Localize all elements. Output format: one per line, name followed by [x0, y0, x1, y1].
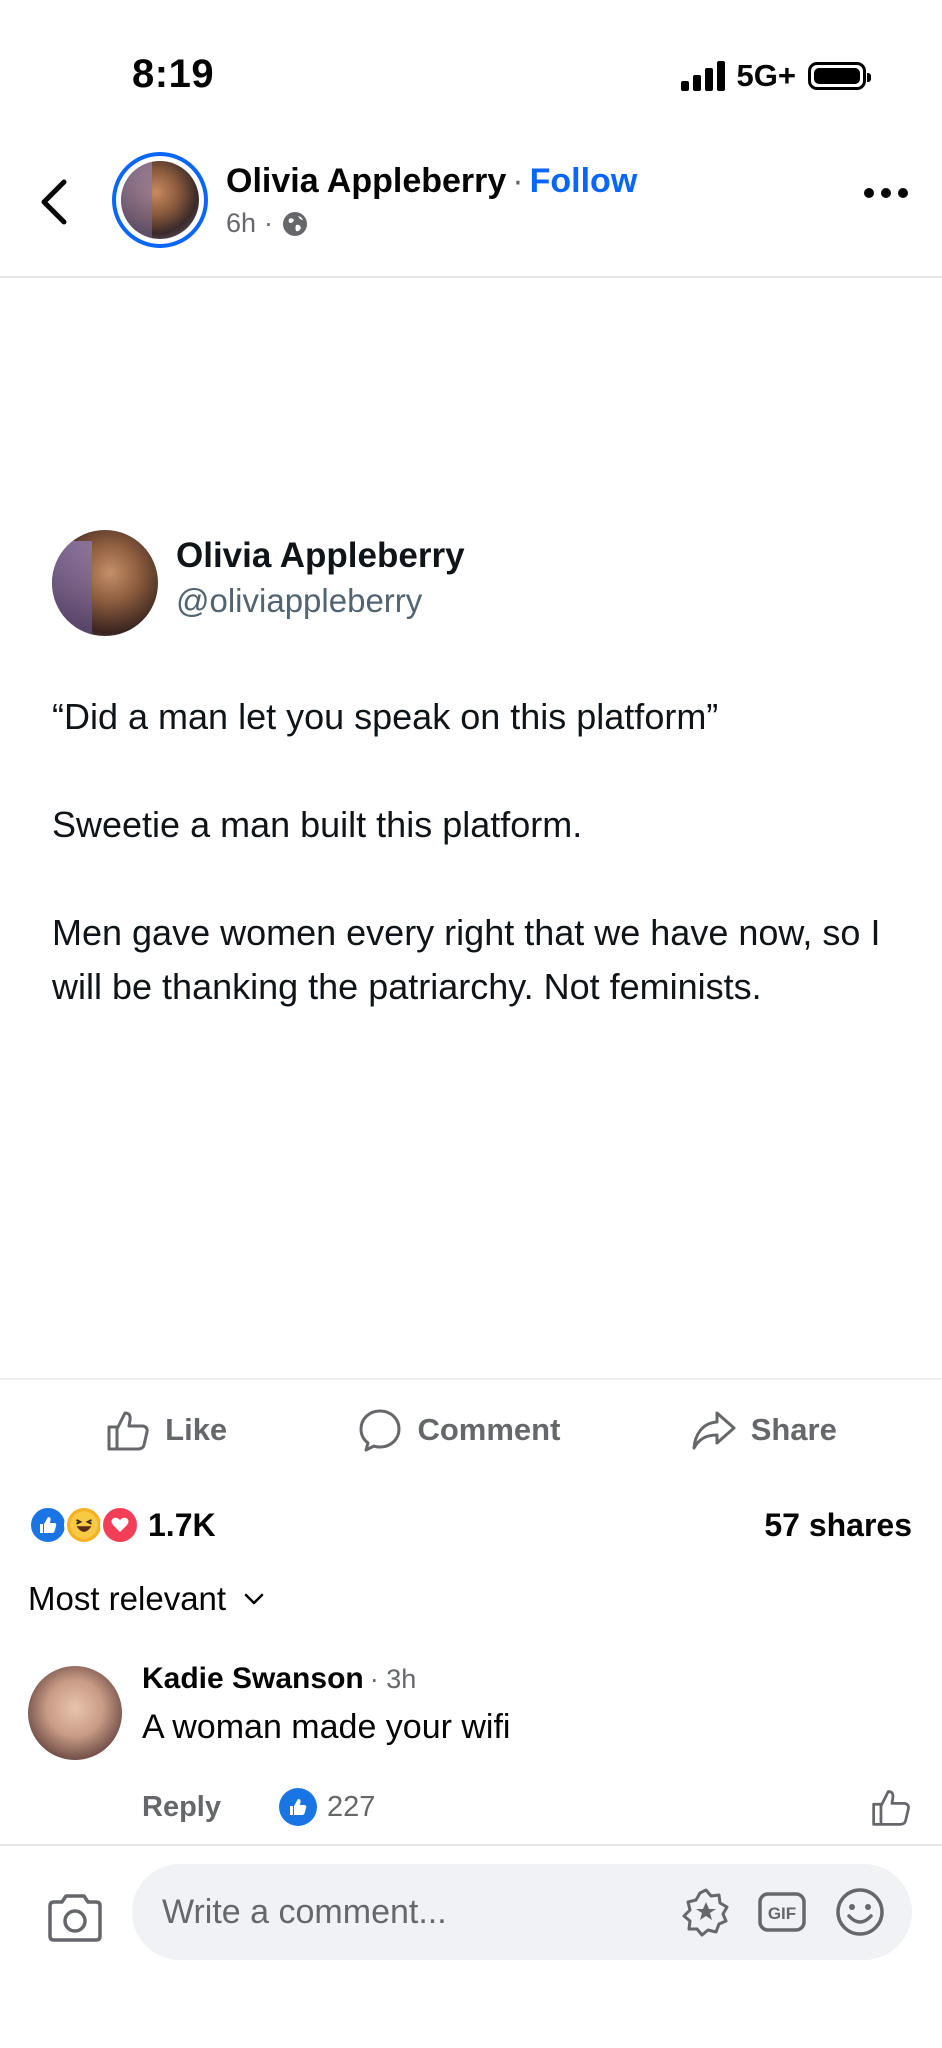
network-label: 5G+	[736, 58, 796, 93]
meta-separator: ·	[264, 208, 274, 238]
status-time: 8:19	[132, 52, 215, 96]
comment-sort-dropdown[interactable]: Most relevant	[28, 1580, 268, 1618]
thumbs-up-icon[interactable]	[870, 1786, 912, 1828]
status-bar: 8:19 5G+	[0, 0, 942, 150]
post-action-bar: Like Comment Share	[0, 1390, 942, 1470]
camera-icon[interactable]	[44, 1888, 106, 1950]
like-reaction-icon	[278, 1788, 317, 1826]
avatar-sticker-icon[interactable]	[680, 1886, 732, 1938]
tweet-avatar	[52, 530, 158, 636]
author-avatar[interactable]	[112, 152, 208, 248]
name-separator: ·	[512, 162, 524, 200]
post-time: 6h	[226, 208, 257, 238]
comment-input[interactable]	[162, 1864, 632, 1960]
comment-like-number: 227	[326, 1790, 376, 1823]
comment-label: Comment	[417, 1412, 561, 1447]
like-button[interactable]: Like	[105, 1407, 227, 1453]
comment-item: Kadie Swanson · 3h A woman made your wifi	[28, 1662, 914, 1782]
comment-composer: GIF	[0, 1844, 942, 2004]
post-meta: 6h ·	[226, 208, 309, 239]
status-indicators: 5G+	[680, 58, 871, 94]
post-image[interactable]: Olivia Appleberry @oliviappleberry “Did …	[0, 280, 942, 1380]
like-label: Like	[165, 1412, 228, 1447]
tweet-handle: @oliviappleberry	[176, 582, 423, 619]
author-name[interactable]: Olivia Appleberry	[226, 162, 506, 200]
tweet-paragraph: Sweetie a man built this platform.	[52, 804, 583, 845]
chevron-down-icon	[244, 1593, 264, 1605]
love-reaction-icon	[100, 1505, 140, 1545]
battery-icon	[808, 62, 871, 90]
share-arrow-icon	[692, 1411, 736, 1450]
thumbs-up-icon	[107, 1411, 149, 1451]
tweet-paragraph: Men gave women every right that we have …	[52, 912, 881, 1007]
shares-count[interactable]: 57 shares	[764, 1507, 912, 1544]
comment-author[interactable]: Kadie Swanson	[142, 1662, 364, 1695]
reply-button[interactable]: Reply	[142, 1791, 221, 1824]
tweet-paragraph: “Did a man let you speak on this platfor…	[52, 696, 719, 737]
comment-like-count[interactable]: 227	[278, 1788, 376, 1826]
haha-reaction-icon	[64, 1505, 104, 1545]
comment-box: GIF	[132, 1864, 912, 1960]
comment-text: A woman made your wifi	[142, 1708, 511, 1746]
back-arrow-icon[interactable]	[34, 174, 74, 230]
comment-button[interactable]: Comment	[357, 1407, 560, 1453]
tweet-text: “Did a man let you speak on this platfor…	[52, 690, 902, 1068]
comment-author-row: Kadie Swanson · 3h	[142, 1662, 416, 1696]
sort-label: Most relevant	[28, 1580, 227, 1617]
reaction-count: 1.7K	[148, 1506, 216, 1543]
share-button[interactable]: Share	[691, 1407, 837, 1453]
more-options-icon[interactable]	[864, 188, 908, 198]
tweet-author-name: Olivia Appleberry	[176, 536, 465, 575]
comment-actions: Reply 227	[142, 1782, 912, 1832]
comment-time: · 3h	[369, 1664, 417, 1694]
author-name-row: Olivia Appleberry · Follow	[226, 162, 637, 201]
commenter-avatar[interactable]	[28, 1666, 122, 1760]
reactions-summary[interactable]: 1.7K 57 shares	[28, 1498, 912, 1552]
follow-button[interactable]: Follow	[530, 162, 638, 200]
gif-icon[interactable]: GIF	[756, 1886, 808, 1938]
like-reaction-icon	[28, 1505, 68, 1545]
reaction-icons	[28, 1505, 140, 1545]
post-header: Olivia Appleberry · Follow 6h ·	[0, 150, 942, 278]
share-label: Share	[750, 1412, 837, 1447]
svg-text:GIF: GIF	[768, 1904, 796, 1923]
globe-icon	[283, 211, 308, 236]
emoji-icon[interactable]	[834, 1886, 886, 1938]
comment-bubble-icon	[359, 1409, 401, 1452]
signal-icon	[680, 61, 725, 91]
